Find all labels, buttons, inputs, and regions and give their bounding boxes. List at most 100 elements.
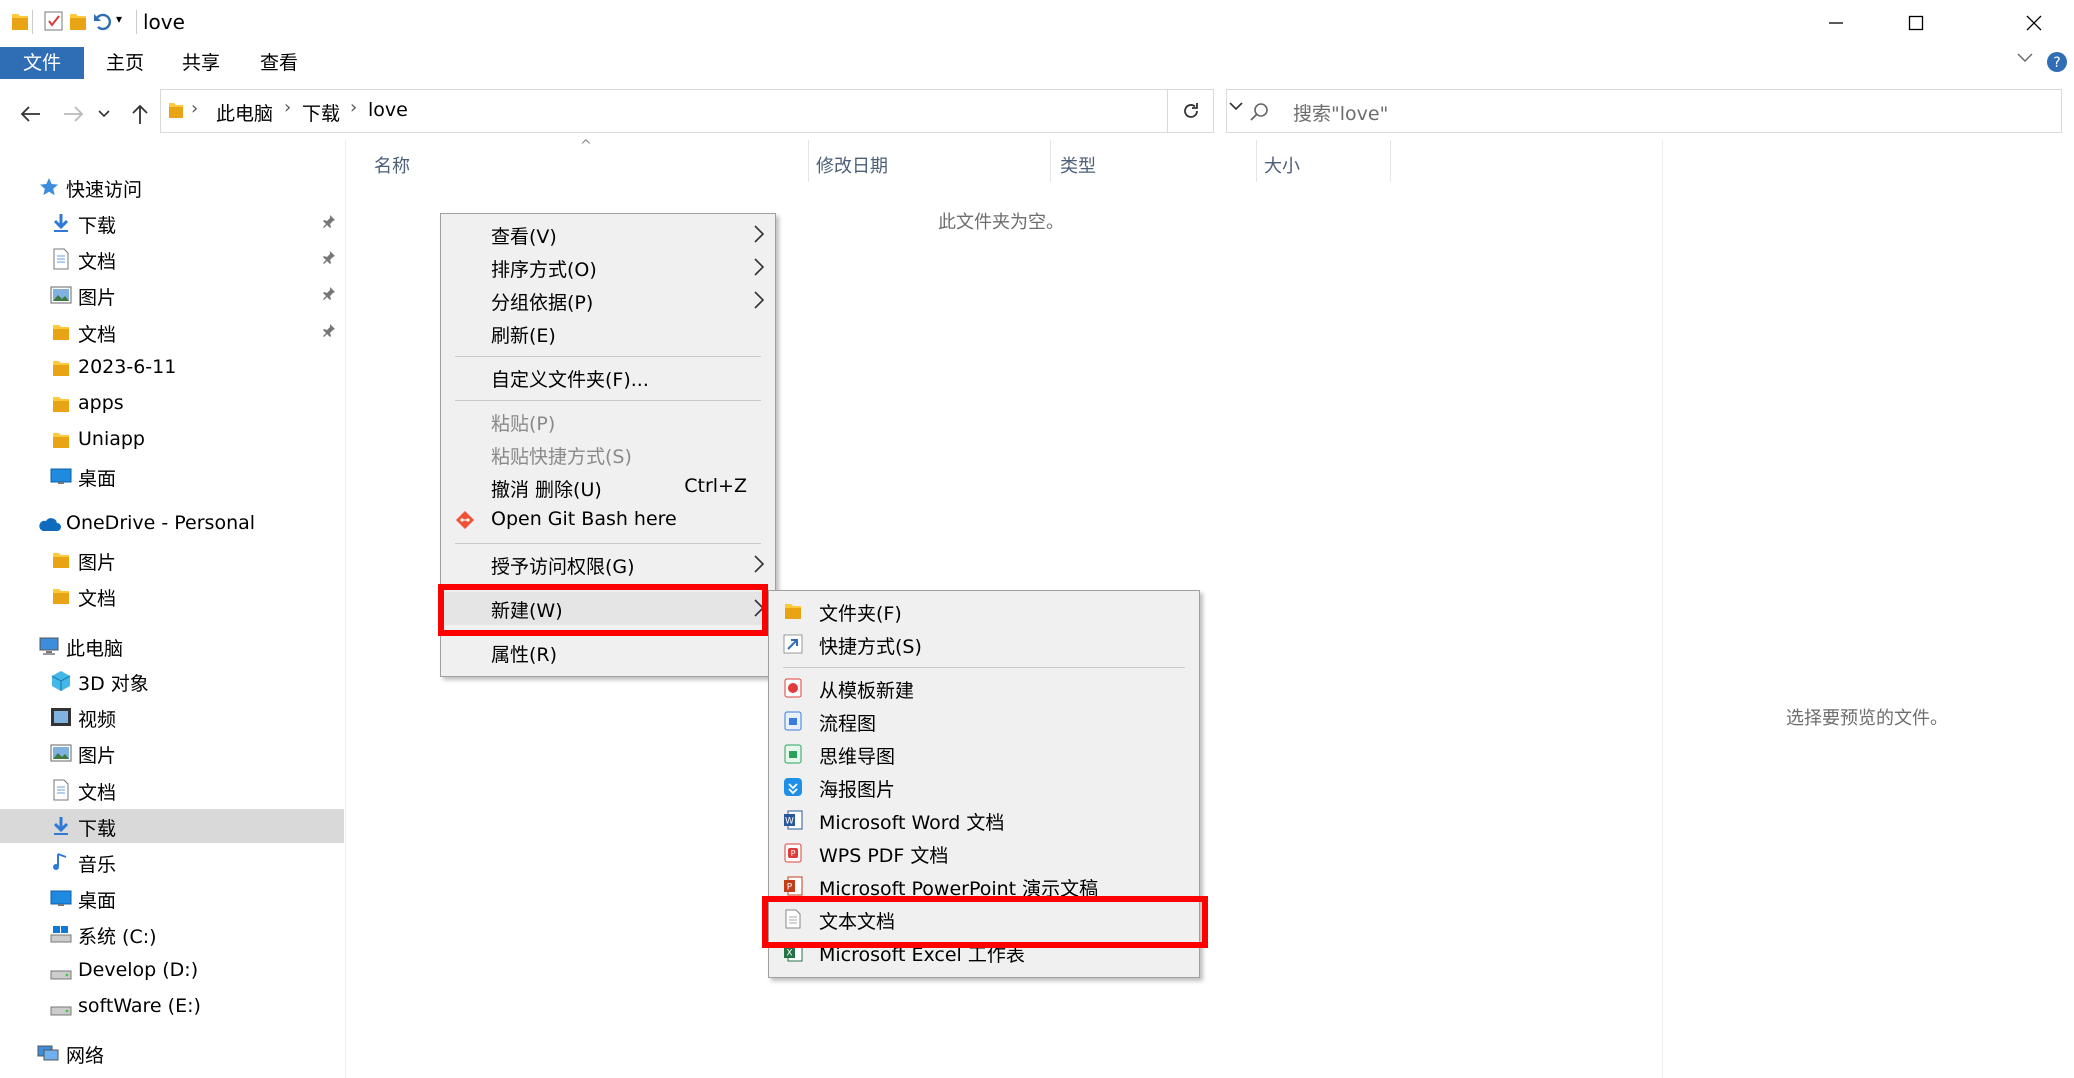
back-button[interactable]: [10, 94, 50, 134]
menu-item-label: 粘贴(P): [491, 413, 556, 435]
menu-item-undo-delete[interactable]: 撤消 删除(U) Ctrl+Z: [441, 471, 775, 504]
sidebar-item[interactable]: Develop (D:): [0, 954, 344, 988]
folder-icon: [10, 10, 30, 32]
menu-item-customize-folder[interactable]: 自定义文件夹(F)...: [441, 361, 775, 394]
pin-icon[interactable]: [322, 286, 336, 301]
maximize-button[interactable]: [1876, 0, 1956, 46]
menu-item-label: WPS PDF 文档: [819, 845, 949, 867]
new-item-pdf[interactable]: P WPS PDF 文档: [769, 837, 1199, 870]
menu-item-git-bash[interactable]: Open Git Bash here: [441, 504, 775, 537]
mindmap-icon: [783, 744, 803, 764]
minimize-button[interactable]: [1796, 0, 1876, 46]
sidebar-this-pc[interactable]: 此电脑: [0, 629, 344, 663]
sidebar-item[interactable]: 文档: [0, 579, 344, 613]
new-item-mindmap[interactable]: 思维导图: [769, 738, 1199, 771]
sidebar-item[interactable]: 2023-6-11: [0, 351, 344, 385]
new-item-from-template[interactable]: 从模板新建: [769, 672, 1199, 705]
sidebar-item[interactable]: 音乐: [0, 845, 344, 879]
tab-view[interactable]: 查看: [260, 47, 298, 79]
sidebar-item[interactable]: 桌面: [0, 459, 344, 493]
download-arrow-icon: [50, 212, 72, 234]
menu-item-give-access[interactable]: 授予访问权限(G): [441, 548, 775, 581]
sidebar-item-label: 文档: [78, 251, 117, 274]
recent-locations-button[interactable]: [92, 94, 116, 134]
sidebar-item-label: 文档: [78, 781, 117, 804]
search-placeholder[interactable]: 搜索"love": [1293, 99, 1388, 126]
column-divider[interactable]: [808, 140, 809, 182]
network-icon: [36, 1042, 59, 1064]
template-icon: [783, 678, 803, 698]
menu-item-refresh[interactable]: 刷新(E): [441, 317, 775, 350]
sidebar-quick-access[interactable]: 快速访问: [0, 170, 344, 204]
new-item-folder[interactable]: 文件夹(F): [769, 595, 1199, 628]
sidebar-item[interactable]: 图片: [0, 736, 344, 770]
menu-item-shortcut: Ctrl+Z: [684, 475, 747, 497]
submenu-arrow-icon: [753, 224, 765, 244]
sidebar-item-label: apps: [78, 392, 124, 414]
sidebar-item[interactable]: 图片: [0, 278, 344, 312]
new-item-poster[interactable]: 海报图片: [769, 771, 1199, 804]
folder-icon: [50, 585, 72, 607]
sidebar-item-label: 图片: [78, 745, 117, 768]
sidebar-item[interactable]: 文档: [0, 773, 344, 807]
column-header-date[interactable]: 修改日期: [816, 152, 888, 178]
pin-icon[interactable]: [322, 214, 336, 228]
menu-item-group-by[interactable]: 分组依据(P): [441, 284, 775, 317]
sidebar-item[interactable]: 下载: [0, 206, 344, 240]
new-folder-icon[interactable]: [68, 10, 88, 32]
undo-icon[interactable]: [92, 10, 112, 32]
sidebar-item[interactable]: 文档: [0, 315, 344, 349]
sidebar-item[interactable]: 文档: [0, 242, 344, 276]
sidebar-item[interactable]: 视频: [0, 700, 344, 734]
close-button[interactable]: [1994, 0, 2074, 46]
customize-toolbar-chevron-icon[interactable]: ▾: [116, 12, 122, 26]
column-header-type[interactable]: 类型: [1060, 152, 1096, 178]
forward-button[interactable]: [54, 94, 94, 134]
column-header-name[interactable]: 名称: [374, 152, 410, 178]
column-header-size[interactable]: 大小: [1264, 152, 1300, 178]
column-divider[interactable]: [1050, 140, 1051, 182]
sidebar-item-label: OneDrive - Personal: [66, 512, 256, 534]
sidebar-network[interactable]: 网络: [0, 1036, 344, 1070]
title-bar: ▾ love: [0, 0, 2074, 46]
desktop-icon: [50, 887, 72, 909]
git-icon: [455, 510, 475, 530]
new-item-shortcut[interactable]: 快捷方式(S): [769, 628, 1199, 661]
breadcrumb-this-pc[interactable]: 此电脑: [216, 99, 273, 126]
help-icon[interactable]: ?: [2046, 51, 2068, 73]
sidebar-item[interactable]: Uniapp: [0, 423, 344, 457]
folder-icon: [50, 549, 72, 571]
menu-item-sort-by[interactable]: 排序方式(O): [441, 251, 775, 284]
sidebar-item[interactable]: 图片: [0, 543, 344, 577]
new-item-word[interactable]: W Microsoft Word 文档: [769, 804, 1199, 837]
sidebar-item[interactable]: apps: [0, 387, 344, 421]
pictures-icon: [50, 742, 72, 764]
sidebar-item[interactable]: softWare (E:): [0, 990, 344, 1024]
column-divider[interactable]: [1390, 140, 1391, 182]
tab-home[interactable]: 主页: [106, 47, 144, 79]
properties-icon[interactable]: [44, 10, 64, 32]
preview-message: 选择要预览的文件。: [1786, 708, 1948, 729]
new-item-flowchart[interactable]: 流程图: [769, 705, 1199, 738]
pin-icon[interactable]: [322, 250, 336, 265]
drive-c-icon: [50, 923, 72, 945]
sidebar-item[interactable]: 系统 (C:): [0, 917, 344, 951]
breadcrumb-love[interactable]: love: [368, 99, 408, 121]
tab-share[interactable]: 共享: [182, 47, 220, 79]
sidebar-item[interactable]: 桌面: [0, 881, 344, 915]
divider: [32, 10, 33, 34]
menu-item-view[interactable]: 查看(V): [441, 218, 775, 251]
pin-icon[interactable]: [322, 323, 336, 337]
column-divider[interactable]: [1256, 140, 1257, 182]
tab-file[interactable]: 文件: [0, 47, 84, 79]
up-button[interactable]: [120, 94, 160, 134]
breadcrumb-downloads[interactable]: 下载: [302, 99, 340, 126]
sidebar-item-label: Develop (D:): [78, 958, 199, 981]
sidebar-item[interactable]: 3D 对象: [0, 664, 344, 698]
menu-item-properties[interactable]: 属性(R): [441, 636, 775, 669]
expand-ribbon-chevron-icon[interactable]: [2016, 50, 2034, 64]
refresh-button[interactable]: [1168, 89, 1214, 133]
search-box[interactable]: 搜索"love": [1226, 89, 2062, 133]
sidebar-item[interactable]: 下载: [0, 808, 344, 843]
sidebar-onedrive[interactable]: OneDrive - Personal: [0, 507, 344, 541]
